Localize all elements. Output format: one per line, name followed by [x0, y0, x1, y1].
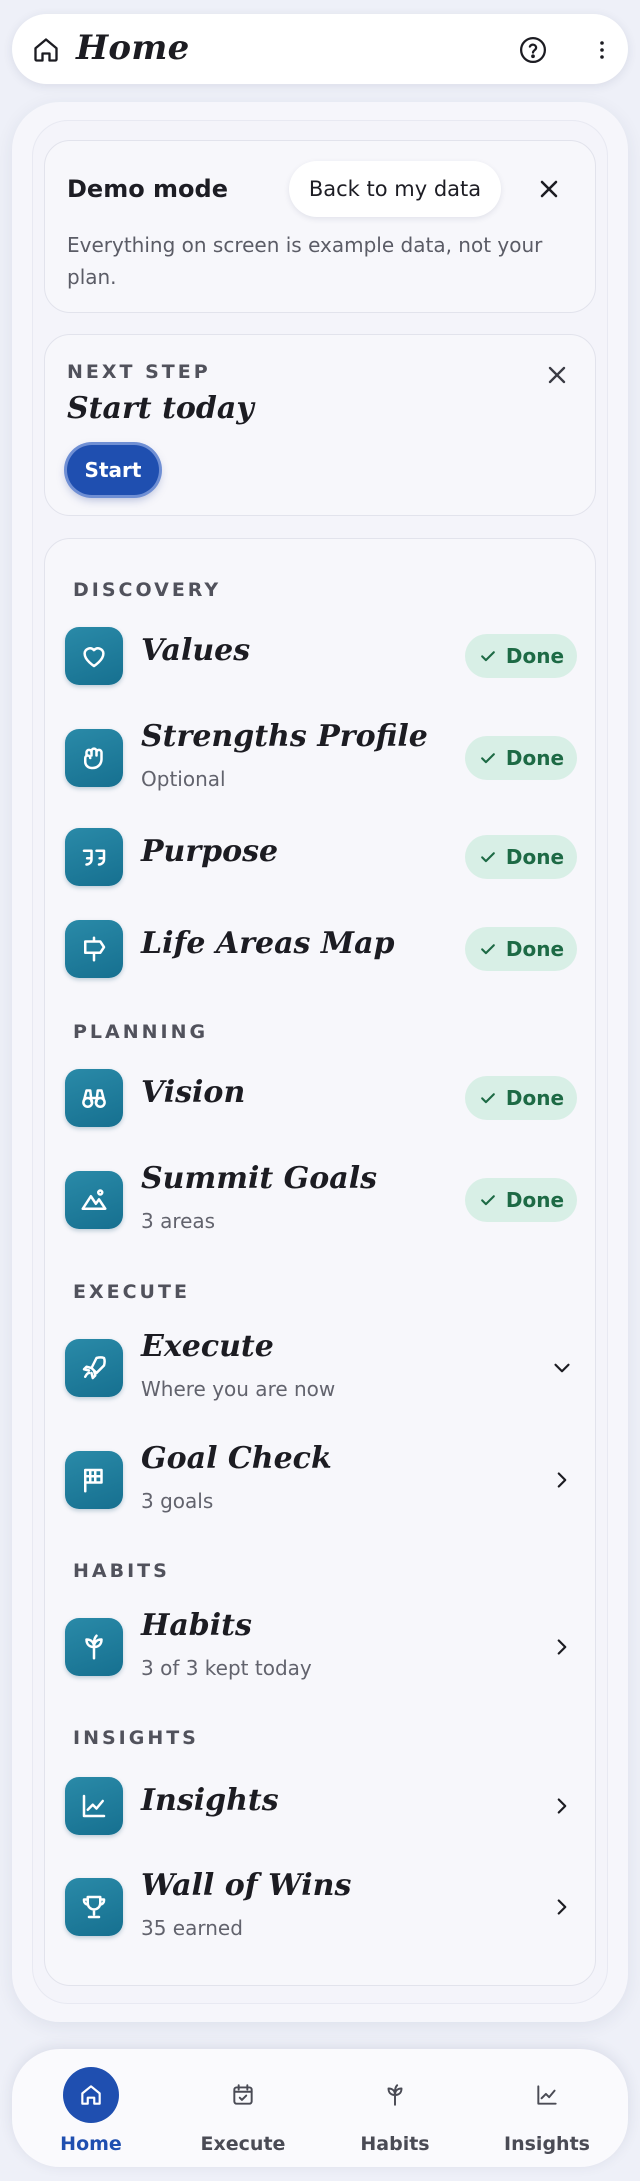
item-name: Insights [141, 1783, 279, 1818]
check-icon [481, 1093, 495, 1104]
sprout-icon [367, 2067, 423, 2123]
bottom-navigation: Home Execute Habits Insights [12, 2049, 628, 2167]
nav-execute[interactable]: Execute [167, 2049, 319, 2167]
status-badge: Done [465, 634, 577, 678]
close-icon[interactable] [543, 361, 571, 389]
chevron-right-icon[interactable] [549, 1793, 575, 1819]
trophy-icon [65, 1878, 123, 1936]
status-badge: Done [465, 1178, 577, 1222]
list-item-strengths-profile[interactable]: Strengths Profile Optional Done [65, 715, 577, 801]
status-text: Done [505, 1086, 565, 1110]
signpost-icon [65, 920, 123, 978]
status-badge: Done [465, 736, 577, 780]
list-item-goal-check[interactable]: Goal Check 3 goals [65, 1437, 577, 1523]
status-badge: Done [465, 835, 577, 879]
chevron-right-icon[interactable] [549, 1467, 575, 1493]
status-badge: Done [465, 1076, 577, 1120]
item-name: Vision [141, 1075, 246, 1110]
item-name: Habits [141, 1608, 252, 1643]
calendar-check-icon [215, 2067, 271, 2123]
more-vertical-icon[interactable] [590, 35, 614, 65]
nav-insights[interactable]: Insights [471, 2049, 623, 2167]
chevron-right-icon[interactable] [549, 1634, 575, 1660]
section-discovery: DISCOVERY [73, 579, 222, 601]
item-name: Strengths Profile [141, 719, 428, 754]
line-chart-icon [65, 1777, 123, 1835]
nav-home[interactable]: Home [15, 2049, 167, 2167]
next-step-card: NEXT STEP Start today Start [44, 334, 596, 516]
status-badge: Done [465, 927, 577, 971]
nav-label: Home [60, 2133, 122, 2155]
check-icon [481, 944, 495, 955]
section-planning: PLANNING [73, 1021, 209, 1043]
next-step-label: NEXT STEP [67, 361, 211, 383]
list-item-insights[interactable]: Insights [65, 1771, 577, 1841]
list-item-values[interactable]: Values Done [65, 621, 577, 691]
nav-label: Execute [200, 2133, 286, 2155]
list-item-wall-of-wins[interactable]: Wall of Wins 35 earned [65, 1864, 577, 1950]
back-to-my-data-button[interactable]: Back to my data [289, 161, 501, 217]
mountain-icon [65, 1171, 123, 1229]
check-icon [481, 852, 495, 863]
journey-list: DISCOVERY Values Done Strengths Profile … [44, 538, 596, 1986]
item-name: Summit Goals [141, 1161, 378, 1196]
start-button[interactable]: Start [67, 445, 159, 495]
heart-icon [65, 627, 123, 685]
page-title: Home [76, 28, 190, 68]
close-icon[interactable] [535, 175, 563, 203]
item-name: Wall of Wins [141, 1868, 352, 1903]
fist-icon [65, 729, 123, 787]
home-icon[interactable] [32, 36, 60, 64]
item-name: Goal Check [141, 1441, 332, 1476]
rocket-icon [65, 1339, 123, 1397]
item-subtitle: 3 of 3 kept today [141, 1656, 312, 1680]
chevron-down-icon[interactable] [549, 1355, 575, 1381]
status-text: Done [505, 845, 565, 869]
section-habits: HABITS [73, 1560, 170, 1582]
list-item-summit-goals[interactable]: Summit Goals 3 areas Done [65, 1157, 577, 1243]
nav-label: Insights [504, 2133, 590, 2155]
nav-habits[interactable]: Habits [319, 2049, 471, 2167]
list-item-habits[interactable]: Habits 3 of 3 kept today [65, 1604, 577, 1690]
item-name: Purpose [141, 834, 279, 869]
section-insights: INSIGHTS [73, 1727, 199, 1749]
status-text: Done [505, 644, 565, 668]
next-step-title: Start today [67, 391, 254, 426]
item-subtitle: 3 goals [141, 1489, 214, 1513]
demo-title: Demo mode [67, 175, 229, 203]
status-text: Done [505, 937, 565, 961]
chevron-right-icon[interactable] [549, 1894, 575, 1920]
item-subtitle: Where you are now [141, 1377, 336, 1401]
list-item-life-areas-map[interactable]: Life Areas Map Done [65, 914, 577, 984]
list-item-execute[interactable]: Execute Where you are now [65, 1325, 577, 1411]
item-subtitle: Optional [141, 767, 226, 791]
app-header: Home [12, 14, 628, 84]
section-execute: EXECUTE [73, 1281, 190, 1303]
line-chart-icon [519, 2067, 575, 2123]
status-text: Done [505, 1188, 565, 1212]
help-circle-icon[interactable] [518, 35, 548, 65]
demo-mode-card: Demo mode Back to my data Everything on … [44, 140, 596, 313]
check-icon [481, 753, 495, 764]
check-icon [481, 651, 495, 662]
status-text: Done [505, 746, 565, 770]
item-name: Values [141, 633, 251, 668]
check-icon [481, 1195, 495, 1206]
demo-description: Everything on screen is example data, no… [67, 233, 543, 289]
item-subtitle: 3 areas [141, 1209, 216, 1233]
item-subtitle: 35 earned [141, 1916, 243, 1940]
flag-icon [65, 1451, 123, 1509]
nav-label: Habits [360, 2133, 430, 2155]
sprout-icon [65, 1618, 123, 1676]
binoculars-icon [65, 1069, 123, 1127]
item-name: Life Areas Map [141, 926, 395, 961]
home-icon [63, 2067, 119, 2123]
quote-icon [65, 828, 123, 886]
list-item-vision[interactable]: Vision Done [65, 1063, 577, 1133]
list-item-purpose[interactable]: Purpose Done [65, 822, 577, 892]
item-name: Execute [141, 1329, 274, 1364]
